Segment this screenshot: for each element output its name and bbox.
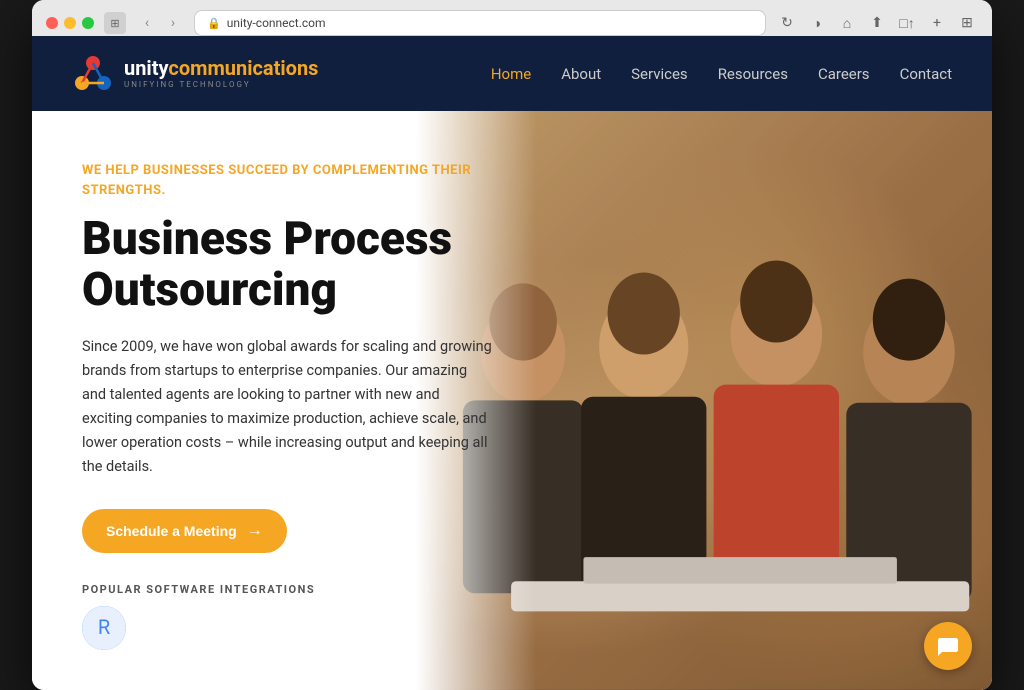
hero-tagline: WE HELP BUSINESSES SUCCEED BY COMPLEMENT… — [82, 161, 492, 200]
extensions-icon[interactable]: ⊞ — [956, 12, 978, 34]
home-icon[interactable]: ⌂ — [836, 12, 858, 34]
cta-label: Schedule a Meeting — [106, 523, 237, 539]
nav-services[interactable]: Services — [631, 65, 688, 83]
back-button[interactable]: ‹ — [136, 12, 158, 34]
hero-content: WE HELP BUSINESSES SUCCEED BY COMPLEMENT… — [32, 111, 542, 690]
software-icon-1: R — [82, 606, 126, 650]
download-icon[interactable]: ⬆ — [866, 12, 888, 34]
hero-section: WE HELP BUSINESSES SUCCEED BY COMPLEMENT… — [32, 111, 992, 690]
close-button[interactable] — [46, 17, 58, 29]
nav-links: Home About Services Resources Careers Co… — [491, 65, 952, 83]
browser-chrome: ⊞ ‹ › 🔒 unity-connect.com ↻ ◑ ⌂ ⬆ □↑ + ⊞ — [32, 0, 992, 36]
nav-careers[interactable]: Careers — [818, 65, 870, 83]
logo-communications: communications — [168, 56, 318, 80]
hero-heading: Business Process Outsourcing — [82, 214, 492, 315]
logo-text: unitycommunications UNIFYING TECHNOLOGY — [124, 58, 318, 89]
logo[interactable]: unitycommunications UNIFYING TECHNOLOGY — [72, 53, 318, 95]
hero-heading-line1: Business Process — [82, 212, 452, 266]
popular-software-label: POPULAR SOFTWARE INTEGRATIONS — [82, 583, 492, 596]
logo-tagline: UNIFYING TECHNOLOGY — [124, 80, 318, 89]
add-tab-icon[interactable]: + — [926, 12, 948, 34]
cta-arrow-icon: → — [247, 522, 263, 540]
nav-resources[interactable]: Resources — [718, 65, 788, 83]
share-icon[interactable]: □↑ — [896, 12, 918, 34]
refresh-icon[interactable]: ↻ — [776, 12, 798, 34]
nav-about[interactable]: About — [561, 65, 601, 83]
nav-home[interactable]: Home — [491, 65, 531, 83]
svg-text:R: R — [98, 615, 110, 639]
hero-body-text: Since 2009, we have won global awards fo… — [82, 335, 492, 479]
shield-icon[interactable]: ◑ — [806, 12, 828, 34]
schedule-meeting-button[interactable]: Schedule a Meeting → — [82, 509, 287, 553]
lock-icon: 🔒 — [207, 17, 221, 30]
traffic-lights — [46, 17, 94, 29]
logo-unity: unity — [124, 56, 168, 80]
address-bar[interactable]: 🔒 unity-connect.com — [194, 10, 766, 36]
browser-window: ⊞ ‹ › 🔒 unity-connect.com ↻ ◑ ⌂ ⬆ □↑ + ⊞ — [32, 0, 992, 690]
software-integrations-row: R — [82, 606, 492, 650]
minimize-button[interactable] — [64, 17, 76, 29]
grid-icon[interactable]: ⊞ — [104, 12, 126, 34]
chat-icon — [936, 634, 960, 658]
nav-contact[interactable]: Contact — [900, 65, 952, 83]
logo-icon — [72, 53, 114, 95]
nav-arrows: ‹ › — [136, 12, 184, 34]
browser-actions: ↻ ◑ ⌂ ⬆ □↑ + ⊞ — [776, 12, 978, 34]
hero-heading-line2: Outsourcing — [82, 263, 337, 317]
maximize-button[interactable] — [82, 17, 94, 29]
website-content: unitycommunications UNIFYING TECHNOLOGY … — [32, 36, 992, 690]
site-navigation: unitycommunications UNIFYING TECHNOLOGY … — [32, 36, 992, 111]
url-text: unity-connect.com — [227, 16, 326, 30]
forward-button[interactable]: › — [162, 12, 184, 34]
chat-widget[interactable] — [924, 622, 972, 670]
browser-top-bar: ⊞ ‹ › 🔒 unity-connect.com ↻ ◑ ⌂ ⬆ □↑ + ⊞ — [46, 10, 978, 36]
